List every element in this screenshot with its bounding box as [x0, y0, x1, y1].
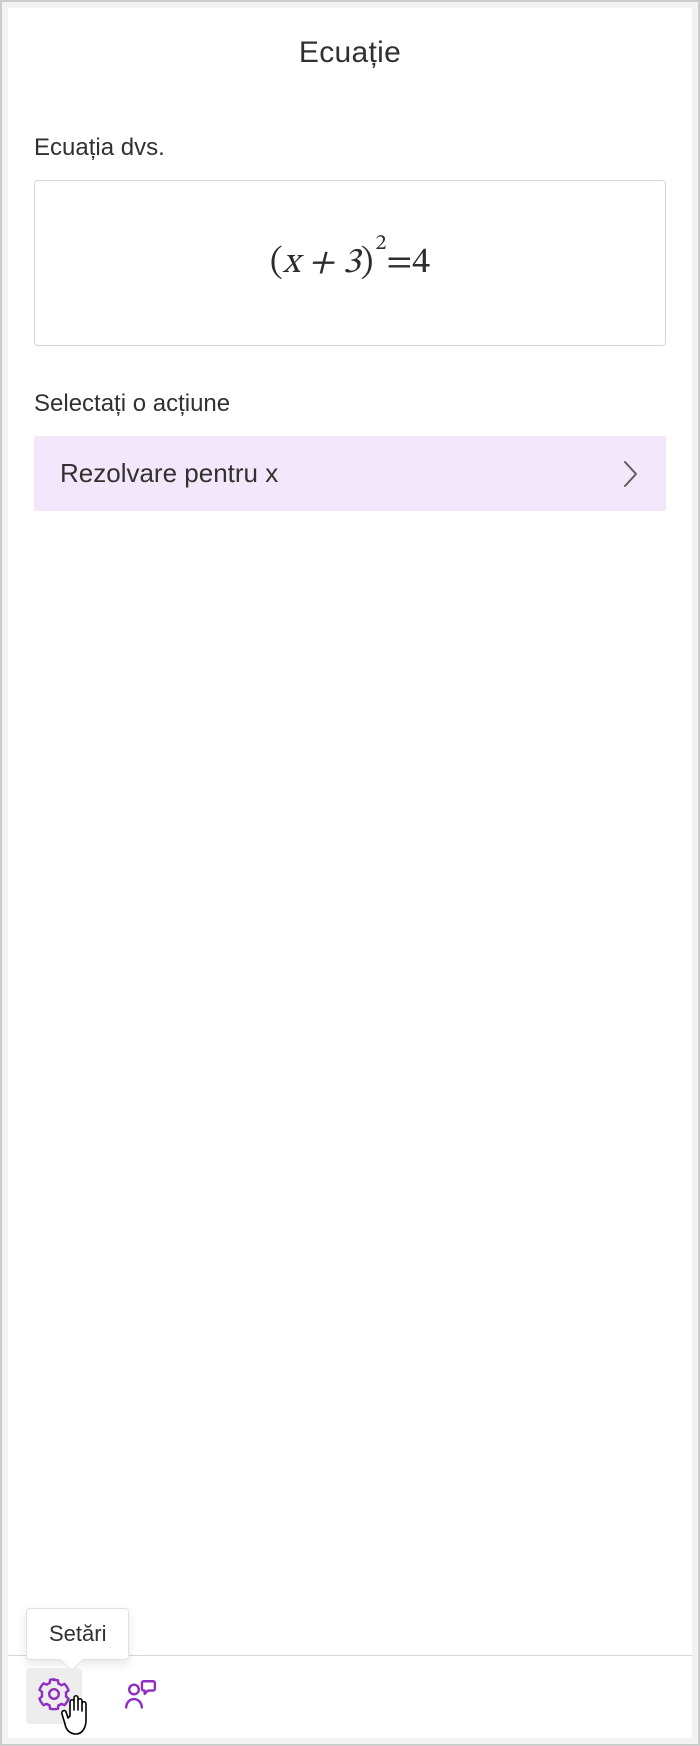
action-label: Rezolvare pentru x: [60, 458, 278, 489]
chevron-right-icon: [622, 459, 640, 489]
gear-icon: [36, 1676, 72, 1717]
equation-section-label: Ecuația dvs.: [34, 134, 666, 162]
equation-display-box[interactable]: (x + 3)2 = 4: [34, 180, 666, 346]
eq-equals: =: [386, 241, 412, 286]
panel-content: Ecuație Ecuația dvs. (x + 3)2 = 4 Select…: [8, 8, 692, 1655]
action-section-label: Selectați o acțiune: [34, 390, 666, 418]
math-panel: Ecuație Ecuația dvs. (x + 3)2 = 4 Select…: [8, 8, 692, 1738]
page-title: Ecuație: [34, 36, 666, 70]
bottom-toolbar: Setări: [8, 1655, 692, 1738]
eq-lhs-inner: x + 3: [283, 241, 361, 286]
eq-rhs: 4: [412, 241, 430, 286]
action-solve-for-x[interactable]: Rezolvare pentru x: [34, 436, 666, 511]
panel-frame: Ecuație Ecuația dvs. (x + 3)2 = 4 Select…: [0, 0, 700, 1746]
person-feedback-icon: [122, 1676, 158, 1717]
equation-expression: (x + 3)2 = 4: [270, 241, 430, 286]
feedback-button[interactable]: [112, 1668, 168, 1724]
eq-exponent: 2: [375, 230, 386, 258]
settings-button[interactable]: [26, 1668, 82, 1724]
settings-tooltip: Setări: [26, 1608, 129, 1660]
